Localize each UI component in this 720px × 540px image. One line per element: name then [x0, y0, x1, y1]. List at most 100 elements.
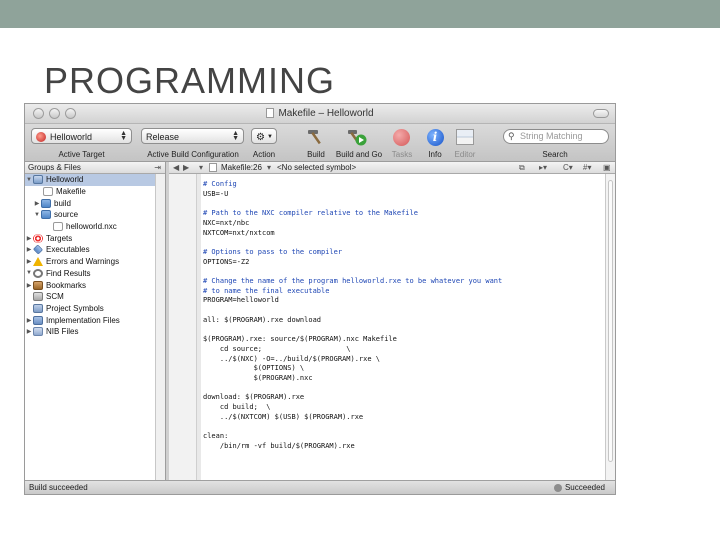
disclosure-open-icon[interactable]: ▼	[33, 212, 41, 218]
action-label: Action	[252, 150, 276, 159]
action-popup[interactable]: ⚙ ▼	[251, 128, 277, 144]
code-line[interactable]: /bin/rm -vf build/$(PROGRAM).rxe	[203, 442, 603, 452]
build-status[interactable]: Succeeded	[553, 483, 605, 492]
tree-item-scm[interactable]: SCM	[25, 291, 165, 303]
tree-item-find-results[interactable]: ▼ Find Results	[25, 268, 165, 280]
search-label: Search	[542, 150, 568, 159]
tree-item-errors-and-warnings[interactable]: ▶ Errors and Warnings	[25, 256, 165, 268]
code-line[interactable]: cd source; \	[203, 345, 603, 355]
sidebar-collapse-icon[interactable]: ⇥	[154, 163, 161, 172]
editor-scrollbar[interactable]	[605, 174, 615, 480]
classes-menu-icon[interactable]: C▾	[563, 163, 573, 172]
lock-icon[interactable]: ▣	[603, 163, 611, 172]
search-placeholder: String Matching	[520, 131, 583, 141]
project-icon	[33, 175, 43, 185]
symbol-popup[interactable]: <No selected symbol>	[277, 163, 356, 172]
bookmarks-menu-icon[interactable]: ⧉	[519, 163, 525, 173]
code-line[interactable]: # Options to pass to the compiler	[203, 248, 603, 258]
build-button-label[interactable]: Build	[301, 150, 331, 159]
active-target-popup[interactable]: Helloworld ▲ ▼	[31, 128, 132, 144]
code-line[interactable]: all: $(PROGRAM).rxe download	[203, 316, 603, 326]
build-and-go-label[interactable]: Build and Go	[335, 150, 383, 159]
tree-item-label: helloworld.nxc	[66, 222, 117, 232]
code-line[interactable]: clean:	[203, 432, 603, 442]
tree-item-label: NIB Files	[46, 327, 79, 337]
disclosure-closed-icon[interactable]: ▶	[25, 317, 33, 324]
folder-icon	[41, 198, 51, 208]
disclosure-closed-icon[interactable]: ▶	[25, 328, 33, 335]
stop-tasks-icon	[390, 127, 412, 147]
search-field[interactable]: ⚲ String Matching	[503, 129, 609, 144]
code-line[interactable]: NXC=nxt/nbc	[203, 219, 603, 229]
code-line[interactable]: $(PROGRAM).nxc	[203, 374, 603, 384]
tree-item-helloworld-nxc[interactable]: helloworld.nxc	[25, 221, 165, 233]
code-line[interactable]: download: $(PROGRAM).rxe	[203, 393, 603, 403]
hammer-icon[interactable]	[305, 127, 327, 147]
disclosure-closed-icon[interactable]: ▶	[25, 282, 33, 289]
forward-arrow-icon[interactable]: ▶	[183, 163, 189, 172]
editor-navigation-bar: ◀ ▶ ▾ Makefile:26 ▾ <No selected symbol>…	[169, 162, 615, 174]
status-icon	[553, 483, 562, 492]
code-line[interactable]: # Change the name of the program hellowo…	[203, 277, 603, 287]
code-line[interactable]: # Path to the NXC compiler relative to t…	[203, 209, 603, 219]
editor-icon	[454, 127, 476, 147]
tree-item-executables[interactable]: ▶ Executables	[25, 244, 165, 256]
code-line[interactable]	[203, 267, 603, 277]
includes-menu-icon[interactable]: #▾	[583, 163, 591, 172]
code-line[interactable]: ../$(NXTCOM) $(USB) $(PROGRAM).rxe	[203, 413, 603, 423]
tree-item-source[interactable]: ▼ source	[25, 209, 165, 221]
tree-item-helloworld[interactable]: ▼ Helloworld	[25, 174, 165, 186]
code-text[interactable]: # Config USB=-U # Path to the NXC compile…	[203, 180, 603, 452]
breakpoints-menu-icon[interactable]: ▸▾	[539, 163, 547, 172]
toolbar-toggle-button[interactable]	[593, 109, 609, 118]
chevron-down-icon[interactable]: ▾	[199, 163, 203, 172]
disclosure-open-icon[interactable]: ▼	[25, 270, 33, 276]
scrollbar-thumb[interactable]	[608, 180, 613, 462]
disclosure-closed-icon[interactable]: ▶	[33, 200, 41, 207]
document-icon	[209, 163, 217, 172]
tree-item-nib-files[interactable]: ▶ NIB Files	[25, 326, 165, 338]
tree-item-build[interactable]: ▶ build	[25, 197, 165, 209]
code-line[interactable]: # Config	[203, 180, 603, 190]
code-line[interactable]	[203, 326, 603, 336]
tree-item-targets[interactable]: ▶ Targets	[25, 232, 165, 244]
info-icon[interactable]: i	[424, 127, 446, 147]
code-line[interactable]	[203, 199, 603, 209]
line-gutter[interactable]	[169, 174, 197, 480]
code-line[interactable]	[203, 384, 603, 394]
code-line[interactable]: ../$(NXC) -O=../build/$(PROGRAM).rxe \	[203, 355, 603, 365]
build-configuration-popup[interactable]: Release ▲ ▼	[141, 128, 244, 144]
code-line[interactable]	[203, 423, 603, 433]
code-line[interactable]: USB=-U	[203, 190, 603, 200]
sidebar-header: Groups & Files ⇥	[25, 162, 165, 174]
tree-item-implementation-files[interactable]: ▶ Implementation Files	[25, 314, 165, 326]
disclosure-open-icon[interactable]: ▼	[25, 177, 33, 183]
tree-item-makefile[interactable]: Makefile	[25, 186, 165, 198]
disclosure-closed-icon[interactable]: ▶	[25, 246, 33, 253]
tree-item-label: Implementation Files	[46, 315, 120, 325]
title-bar[interactable]: Makefile – Helloworld	[25, 104, 615, 124]
slide-top-bar	[0, 0, 720, 28]
code-line[interactable]: PROGRAM=helloworld	[203, 296, 603, 306]
sidebar-scrollbar[interactable]	[155, 174, 165, 480]
back-arrow-icon[interactable]: ◀	[173, 163, 179, 172]
code-line[interactable]	[203, 306, 603, 316]
gear-icon: ⚙	[256, 131, 265, 143]
tree-item-project-symbols[interactable]: Project Symbols	[25, 303, 165, 315]
focus-ribbon[interactable]	[197, 174, 201, 480]
code-line[interactable]: $(OPTIONS) \	[203, 364, 603, 374]
tree-item-bookmarks[interactable]: ▶ Bookmarks	[25, 279, 165, 291]
disclosure-closed-icon[interactable]: ▶	[25, 258, 33, 265]
chevron-down-icon[interactable]: ▾	[267, 163, 271, 172]
disclosure-closed-icon[interactable]: ▶	[25, 235, 33, 242]
code-line[interactable]: NXTCOM=nxt/nxtcom	[203, 229, 603, 239]
code-line[interactable]: OPTIONS=-Z2	[203, 258, 603, 268]
file-position-popup[interactable]: Makefile:26	[221, 163, 262, 172]
code-line[interactable]: cd build; \	[203, 403, 603, 413]
code-line[interactable]	[203, 238, 603, 248]
code-line[interactable]: # to name the final executable	[203, 287, 603, 297]
file-icon	[53, 222, 63, 232]
info-label[interactable]: Info	[423, 150, 447, 159]
code-line[interactable]: $(PROGRAM).rxe: source/$(PROGRAM).nxc Ma…	[203, 335, 603, 345]
build-and-go-icon[interactable]	[346, 127, 368, 147]
